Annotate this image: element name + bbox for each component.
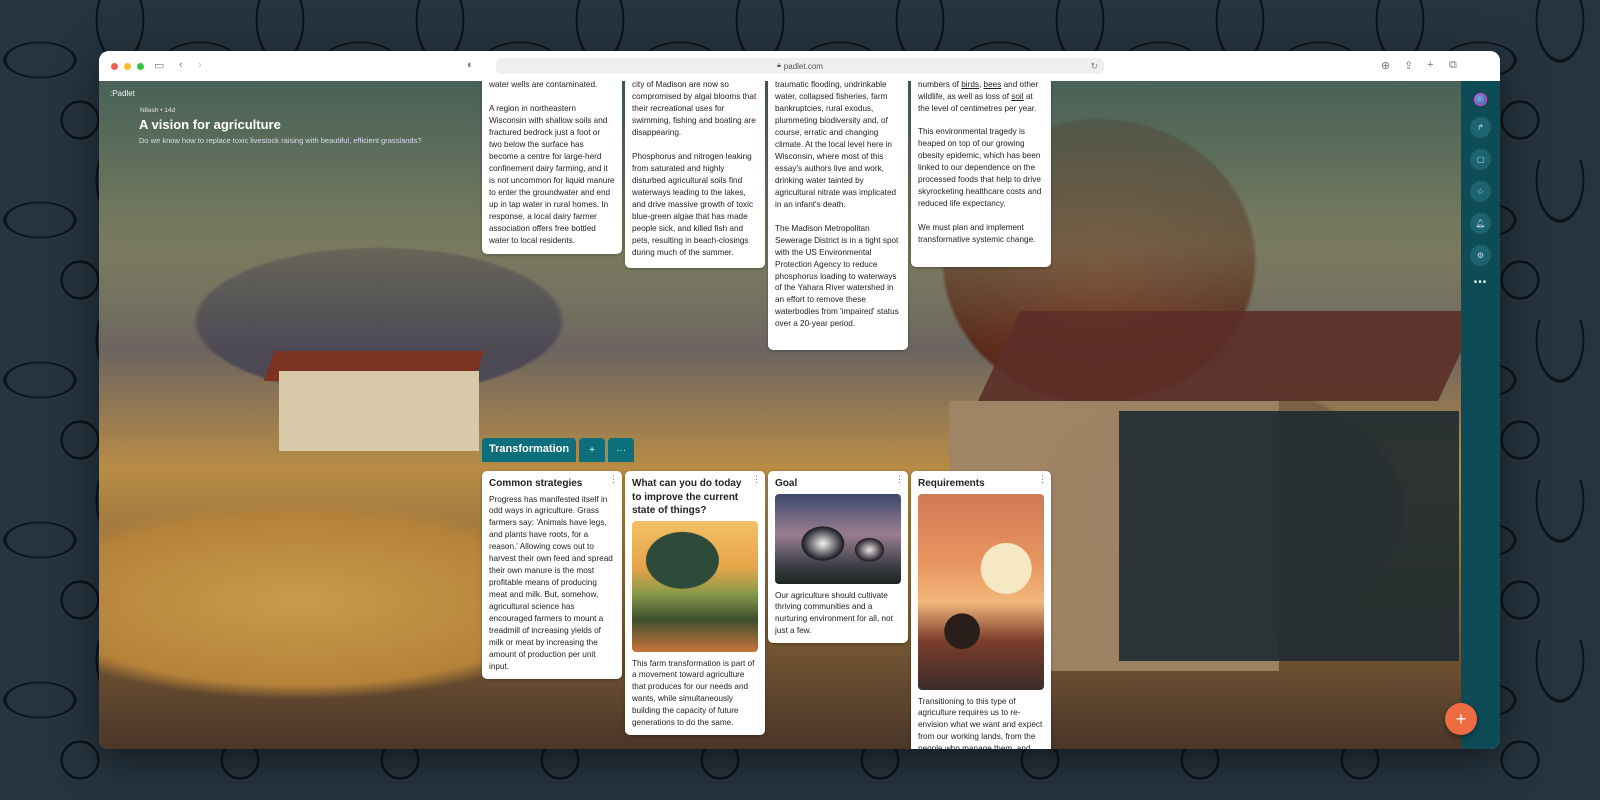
minimize-window-button[interactable]	[124, 62, 131, 70]
post-menu-icon[interactable]: ⋮	[895, 475, 904, 484]
cows-image[interactable]	[775, 493, 901, 584]
winding-road-image[interactable]	[632, 520, 758, 652]
background-barn-roof	[978, 311, 1461, 401]
post-title: Goal	[775, 478, 798, 489]
bell-icon[interactable]: 🔔︎	[1470, 213, 1491, 234]
tractor-image[interactable]	[918, 493, 1044, 690]
browser-window: ▭ ‹ › ◐ 🔒︎ padlet.com ↻ ⊕ ⇪ + ⧉ :Padlet …	[99, 51, 1500, 749]
avatar[interactable]	[1474, 93, 1487, 106]
sidebar-icon[interactable]: ▭	[154, 59, 164, 72]
board-description: Do we know how to replace toxic livestoc…	[139, 136, 422, 145]
post-body: numbers of birds, bees and other wildlif…	[918, 81, 1039, 113]
background-house	[279, 371, 479, 451]
post-card[interactable]: water wells are contaminated. A region i…	[482, 81, 622, 254]
browser-toolbar: ▭ ‹ › ◐ 🔒︎ padlet.com ↻ ⊕ ⇪ + ⧉	[99, 51, 1500, 81]
post-body: city of Madison are now so compromised b…	[632, 81, 757, 257]
plus-icon[interactable]: +	[1427, 59, 1433, 71]
more-options-icon[interactable]: •••	[1474, 277, 1488, 288]
post-menu-icon[interactable]: ⋮	[752, 475, 761, 484]
post-title: Requirements	[918, 478, 985, 489]
section-header: Transformation + ···	[482, 438, 635, 462]
tabs-icon[interactable]: ⧉	[1449, 59, 1457, 72]
post-body: Progress has manifested itself in odd wa…	[489, 494, 613, 672]
section-title[interactable]: Transformation	[482, 438, 577, 462]
new-post-button[interactable]: +	[1445, 703, 1477, 735]
post-body-continued: This environmental tragedy is heaped on …	[918, 126, 1042, 244]
post-card[interactable]: traumatic flooding, undrinkable water, c…	[768, 81, 908, 350]
post-menu-icon[interactable]: ⋮	[1038, 475, 1047, 484]
link-soil[interactable]: soil	[1011, 92, 1023, 101]
gear-icon[interactable]: ⚙	[1470, 245, 1491, 266]
post-title: What can you do today to improve the cur…	[632, 478, 742, 516]
post-card[interactable]: ⋮ Requirements Transitioning to this typ…	[911, 471, 1051, 749]
board-title: A vision for agriculture	[139, 117, 281, 132]
post-card[interactable]: ⋮ Common strategies Progress has manifes…	[482, 471, 622, 680]
post-card[interactable]: numbers of birds, bees and other wildlif…	[911, 81, 1051, 267]
right-toolbar: ↱ ▢ ☆ 🔔︎ ⚙ •••	[1461, 81, 1500, 749]
shield-icon[interactable]: ◐	[467, 59, 474, 71]
section-more-button[interactable]: ···	[608, 438, 635, 462]
share-icon[interactable]: ⇪	[1404, 59, 1413, 72]
url-text: padlet.com	[783, 61, 823, 71]
post-body: traumatic flooding, undrinkable water, c…	[775, 81, 899, 329]
post-card[interactable]: city of Madison are now so compromised b…	[625, 81, 765, 268]
link-bees[interactable]: bees	[984, 81, 1002, 89]
post-card[interactable]: ⋮ What can you do today to improve the c…	[625, 471, 765, 736]
link-birds[interactable]: birds	[961, 81, 979, 89]
padlet-canvas: :Padlet Nitesh • 14d A vision for agricu…	[99, 81, 1461, 749]
chevron-left-icon[interactable]: ‹	[179, 59, 183, 71]
reload-icon[interactable]: ↻	[1090, 61, 1098, 72]
add-post-button[interactable]: +	[579, 438, 606, 462]
address-bar[interactable]: 🔒︎ padlet.com ↻	[496, 58, 1104, 74]
window-controls	[111, 62, 144, 70]
close-window-button[interactable]	[111, 62, 118, 70]
star-icon[interactable]: ☆	[1470, 181, 1491, 202]
slideshow-icon[interactable]: ▢	[1470, 149, 1491, 170]
download-icon[interactable]: ⊕	[1381, 59, 1390, 72]
chevron-right-icon[interactable]: ›	[198, 59, 202, 71]
post-body: Transitioning to this type of agricultur…	[918, 696, 1043, 750]
padlet-logo[interactable]: :Padlet	[110, 89, 135, 98]
zoom-window-button[interactable]	[137, 62, 144, 70]
board-meta: Nitesh • 14d	[140, 107, 176, 114]
post-menu-icon[interactable]: ⋮	[609, 475, 618, 484]
lock-icon: 🔒︎	[777, 62, 781, 69]
post-title: Common strategies	[489, 478, 583, 489]
background-barn-shadow	[1119, 411, 1459, 661]
share-icon[interactable]: ↱	[1470, 117, 1491, 138]
post-body: water wells are contaminated. A region i…	[489, 81, 615, 245]
post-card[interactable]: ⋮ Goal Our agriculture should cultivate …	[768, 471, 908, 644]
post-body: Our agriculture should cultivate thrivin…	[775, 590, 893, 636]
post-body: This farm transformation is part of a mo…	[632, 658, 755, 728]
